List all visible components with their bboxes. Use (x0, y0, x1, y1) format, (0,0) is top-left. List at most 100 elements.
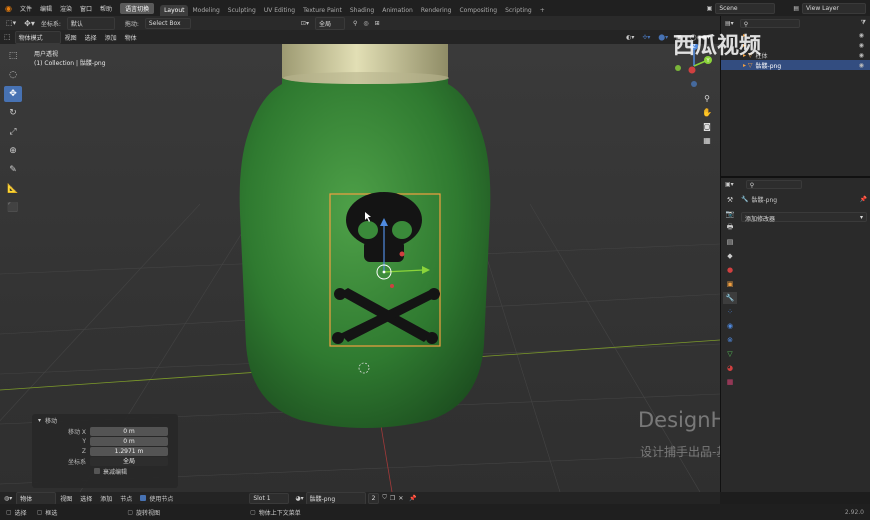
tab-texture-paint[interactable]: Texture Paint (299, 5, 346, 16)
annotate-tool-icon[interactable]: ✎ (4, 162, 22, 178)
particles-tab-icon[interactable]: ⁘ (723, 306, 737, 318)
add-workspace-button[interactable]: + (536, 5, 549, 16)
move-z-field[interactable]: 1.2971 m (90, 446, 168, 456)
scene-tab-icon[interactable]: ◆ (723, 250, 737, 262)
visibility-eye-icon[interactable]: ◉ (859, 52, 864, 59)
view-layer-field[interactable]: View Layer (802, 2, 866, 14)
menu-select[interactable]: 选择 (76, 494, 96, 503)
orient-dropdown[interactable]: 全局 (90, 456, 168, 466)
menu-view[interactable]: 视图 (56, 494, 76, 503)
view-layer-tab-icon[interactable]: ▤ (723, 236, 737, 248)
physics-tab-icon[interactable]: ◉ (723, 320, 737, 332)
transform-tool-icon[interactable]: ⊕ (4, 143, 22, 159)
move-x-field[interactable]: 0 m (90, 426, 168, 436)
properties-search-input[interactable]: ⚲ (745, 179, 802, 189)
visibility-eye-icon[interactable]: ◉ (859, 62, 864, 69)
filter-icon[interactable]: ⧩ (861, 19, 866, 27)
move-tool-icon[interactable]: ✥▾ (24, 19, 35, 28)
move-tool-icon-active[interactable]: ✥ (4, 86, 22, 102)
tab-animation[interactable]: Animation (378, 5, 417, 16)
tab-compositing[interactable]: Compositing (455, 5, 501, 16)
cursor-tool-icon[interactable]: ◌ (4, 67, 22, 83)
pin-icon[interactable]: 📌 (409, 495, 416, 502)
menu-help[interactable]: 帮助 (96, 4, 116, 13)
scale-tool-icon[interactable]: ⤢ (4, 124, 22, 140)
tab-scripting[interactable]: Scripting (501, 5, 536, 16)
material-tab-icon[interactable]: ◕ (723, 362, 737, 374)
properties-editor-icon[interactable]: ▣▾ (725, 181, 734, 188)
zoom-icon[interactable]: ⚲ (700, 94, 714, 108)
texture-tab-icon[interactable]: ▦ (723, 376, 737, 388)
mode-dropdown[interactable]: 物体模式 (14, 30, 61, 44)
menu-node[interactable]: 节点 (116, 494, 136, 503)
use-nodes-checkbox[interactable] (140, 495, 147, 501)
menu-window[interactable]: 窗口 (76, 4, 96, 13)
proportional-checkbox[interactable] (94, 468, 100, 474)
outliner-item-skull-png[interactable]: ▸ ▽ 骷髅-png ◉ (721, 60, 870, 70)
move-y-field[interactable]: 0 m (90, 436, 168, 446)
data-tab-icon[interactable]: ▽ (723, 348, 737, 360)
tab-sculpting[interactable]: Sculpting (224, 5, 260, 16)
pin-icon[interactable]: 📌 (860, 196, 867, 203)
drag-dropdown[interactable]: Select Box (144, 17, 191, 29)
visibility-eye-icon[interactable]: ◉ (859, 32, 864, 39)
outliner-editor-icon[interactable]: ▤▾ (725, 20, 734, 27)
visibility-eye-icon[interactable]: ◉ (859, 42, 864, 49)
output-tab-icon[interactable]: 🖶 (723, 222, 737, 234)
snap-icon[interactable]: ⚲ (353, 20, 357, 27)
scene-field[interactable]: Scene (715, 2, 776, 14)
collapse-icon[interactable]: ▾ (38, 417, 41, 424)
camera-icon[interactable]: ◙ (700, 122, 714, 136)
select-box-tool-icon[interactable]: ⬚ (4, 48, 22, 64)
transform-pivot-icon[interactable]: ⊡▾ (301, 20, 309, 27)
slot-dropdown[interactable]: Slot 1 (249, 492, 290, 504)
modifier-tab-icon[interactable]: 🔧 (723, 292, 737, 304)
fake-user-icon[interactable]: ⛉ (382, 494, 387, 502)
overlays-icon[interactable]: ⬤▾ (658, 34, 668, 41)
select-mode-icon[interactable]: ⬚▾ (6, 19, 16, 27)
language-switch-button[interactable]: 语言切换 (120, 2, 155, 14)
material-name-field[interactable]: 骷髅-png (305, 491, 366, 505)
menu-file[interactable]: 文件 (16, 4, 36, 13)
blender-logo-icon[interactable]: ◉ (5, 4, 12, 13)
menu-add[interactable]: 添加 (96, 494, 116, 503)
constraints-tab-icon[interactable]: ⊗ (723, 334, 737, 346)
rotate-tool-icon[interactable]: ↻ (4, 105, 22, 121)
grid-view-icon[interactable]: ▦ (700, 136, 714, 150)
material-icon[interactable]: ◕▾ (295, 495, 303, 502)
measure-tool-icon[interactable]: 📐 (4, 181, 22, 197)
editor-type-icon[interactable]: ⬚ (4, 33, 11, 41)
proportional-icon[interactable]: ◎ (363, 20, 368, 27)
add-modifier-dropdown[interactable]: 添加修改器 ▾ (741, 212, 867, 223)
tab-layout[interactable]: Layout (160, 5, 189, 16)
object-tab-icon[interactable]: ▣ (723, 278, 737, 290)
status-select: 选择 (14, 509, 27, 517)
world-tab-icon[interactable]: ● (723, 264, 737, 276)
tab-uv-editing[interactable]: UV Editing (260, 5, 299, 16)
menu-object[interactable]: 物体 (121, 33, 141, 42)
menu-view[interactable]: 视图 (61, 33, 81, 42)
tab-rendering[interactable]: Rendering (417, 5, 456, 16)
view-layer-icon[interactable]: ▤ (793, 5, 799, 12)
coord-system-dropdown[interactable]: 默认 (66, 16, 115, 30)
scene-icon[interactable]: ▣ (707, 5, 713, 12)
duplicate-icon[interactable]: ❐ (390, 495, 395, 502)
tab-modeling[interactable]: Modeling (188, 5, 223, 16)
close-icon[interactable]: ✕ (398, 495, 403, 502)
editor-type-icon[interactable]: ◍▾ (4, 495, 12, 502)
menu-add[interactable]: 添加 (101, 33, 121, 42)
add-cube-tool-icon[interactable]: ⬛ (4, 200, 22, 216)
shader-mode-dropdown[interactable]: 物体 (16, 491, 57, 505)
pan-hand-icon[interactable]: ✋ (700, 108, 714, 122)
render-tab-icon[interactable]: 📷 (723, 208, 737, 220)
orientation-dropdown[interactable]: 全局 (314, 16, 345, 30)
overlay-plus-icon[interactable]: ⊞ (375, 20, 380, 27)
menu-render[interactable]: 渲染 (56, 4, 76, 13)
tab-shading[interactable]: Shading (346, 5, 378, 16)
visibility-icon[interactable]: ◐▾ (626, 34, 634, 41)
gizmo-icon[interactable]: ✣▾ (642, 34, 650, 41)
tool-tab-icon[interactable]: ⚒ (723, 194, 737, 206)
menu-edit[interactable]: 编辑 (36, 4, 56, 13)
menu-select[interactable]: 选择 (81, 33, 101, 42)
outliner-search-input[interactable]: ⚲ (739, 18, 800, 28)
